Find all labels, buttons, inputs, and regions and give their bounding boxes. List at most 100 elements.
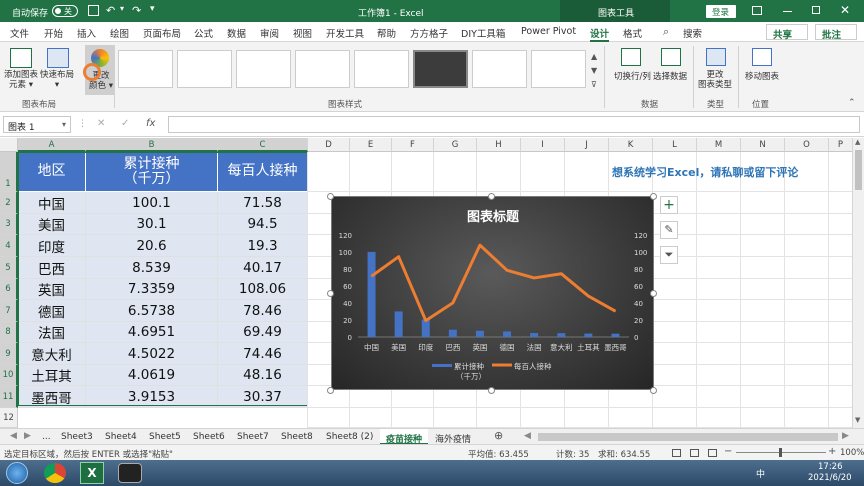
row-header[interactable]: 9 <box>0 343 18 365</box>
row-header[interactable]: 1 <box>0 152 18 192</box>
sheet-tab-more[interactable]: ... <box>42 432 51 442</box>
sheet-tab[interactable]: Sheet8 <box>281 432 313 442</box>
horizontal-scrollbar[interactable] <box>538 433 838 441</box>
chart-styles-brush-icon[interactable]: ✎ <box>660 221 678 239</box>
chart-style-3[interactable] <box>236 50 291 88</box>
table-header-cell[interactable]: 地区 <box>18 152 86 192</box>
row-header[interactable]: 12 <box>0 408 18 428</box>
chart-style-1[interactable] <box>118 50 173 88</box>
table-cell[interactable]: 30.37 <box>218 386 308 408</box>
row-header[interactable]: 10 <box>0 365 18 386</box>
table-cell[interactable]: 4.5022 <box>86 343 218 365</box>
table-header-cell[interactable]: 每百人接种 <box>218 152 308 192</box>
column-header[interactable]: J <box>565 138 609 152</box>
table-cell[interactable]: 78.46 <box>218 300 308 322</box>
zoom-in-icon[interactable]: + <box>828 446 836 457</box>
column-header[interactable]: H <box>477 138 521 152</box>
recorder-icon[interactable] <box>118 463 142 483</box>
column-header[interactable]: C <box>218 138 308 152</box>
next-sheet-icon[interactable]: ▶ <box>24 431 31 441</box>
column-header[interactable]: B <box>86 138 218 152</box>
tab-format[interactable]: 格式 <box>623 26 642 40</box>
normal-view-icon[interactable] <box>672 449 681 457</box>
hscroll-right-icon[interactable]: ▶ <box>842 431 849 441</box>
ribbon-display-icon[interactable] <box>752 6 762 15</box>
chart-style-4[interactable] <box>295 50 350 88</box>
table-cell[interactable]: 71.58 <box>218 192 308 214</box>
row-header[interactable]: 4 <box>0 235 18 257</box>
formula-input[interactable] <box>168 116 860 133</box>
select-all-corner[interactable] <box>0 138 18 152</box>
table-cell[interactable]: 108.06 <box>218 279 308 300</box>
tab-power-pivot[interactable]: Power Pivot <box>521 26 576 37</box>
add-sheet-icon[interactable]: ⊕ <box>494 429 503 442</box>
table-cell[interactable]: 100.1 <box>86 192 218 214</box>
tab-draw[interactable]: 绘图 <box>110 26 129 40</box>
change-colors-button[interactable]: 更改 颜色 ▾ <box>83 45 115 95</box>
sheet-tab[interactable]: Sheet4 <box>105 432 137 442</box>
table-cell[interactable]: 40.17 <box>218 257 308 279</box>
sheet-tab[interactable]: Sheet6 <box>193 432 225 442</box>
switch-row-column-button[interactable]: 切换行/列 <box>614 70 651 82</box>
resize-handle-tl[interactable] <box>327 193 334 200</box>
column-header[interactable]: E <box>350 138 392 152</box>
chart-style-6-selected[interactable] <box>413 50 468 88</box>
table-cell[interactable]: 8.539 <box>86 257 218 279</box>
sheet-tab[interactable]: Sheet8 (2) <box>326 432 373 442</box>
page-layout-view-icon[interactable] <box>690 449 699 457</box>
undo-icon[interactable]: ↶ <box>106 4 115 17</box>
tab-review[interactable]: 审阅 <box>260 26 279 40</box>
row-header[interactable]: 11 <box>0 386 18 408</box>
save-icon[interactable] <box>88 5 99 16</box>
column-header[interactable]: A <box>18 138 86 152</box>
resize-handle-b[interactable] <box>488 387 495 394</box>
change-chart-type-icon[interactable] <box>706 48 726 66</box>
table-cell[interactable]: 30.1 <box>86 214 218 235</box>
column-header[interactable]: N <box>741 138 785 152</box>
styles-scroll-down-icon[interactable]: ▼ <box>591 66 597 75</box>
table-cell[interactable]: 94.5 <box>218 214 308 235</box>
comments-button[interactable]: 批注 <box>815 24 857 41</box>
resize-handle-bl[interactable] <box>327 387 334 394</box>
column-header[interactable]: M <box>697 138 741 152</box>
sheet-tab[interactable]: Sheet7 <box>237 432 269 442</box>
switch-row-column-icon[interactable] <box>621 48 641 66</box>
restore-icon[interactable] <box>812 6 820 14</box>
table-cell[interactable]: 中国 <box>18 192 86 214</box>
tab-home[interactable]: 开始 <box>44 26 63 40</box>
table-cell[interactable]: 巴西 <box>18 257 86 279</box>
column-header[interactable]: O <box>785 138 829 152</box>
chart-elements-plus-icon[interactable]: + <box>660 196 678 214</box>
row-header[interactable]: 3 <box>0 214 18 235</box>
table-cell[interactable]: 墨西哥 <box>18 386 86 408</box>
resize-handle-br[interactable] <box>650 387 657 394</box>
table-cell[interactable]: 20.6 <box>86 235 218 257</box>
table-cell[interactable]: 6.5738 <box>86 300 218 322</box>
row-header[interactable]: 6 <box>0 279 18 300</box>
column-header[interactable]: K <box>609 138 653 152</box>
chart-area[interactable]: 图表标题 0 20 40 60 80 100 120 0 20 40 60 80 100 120 中国 美国 印度… <box>331 196 654 390</box>
table-cell[interactable]: 意大利 <box>18 343 86 365</box>
tab-page-layout[interactable]: 页面布局 <box>143 26 181 40</box>
change-chart-type-button[interactable]: 更改 图表类型 <box>698 70 732 90</box>
tab-insert[interactable]: 插入 <box>77 26 96 40</box>
table-cell[interactable]: 美国 <box>18 214 86 235</box>
page-break-view-icon[interactable] <box>708 449 717 457</box>
tab-formulas[interactable]: 公式 <box>194 26 213 40</box>
chart-style-8[interactable] <box>531 50 586 88</box>
name-box[interactable]: 图表 1 ▾ <box>3 116 71 133</box>
autosave-toggle[interactable]: 关 <box>52 5 78 17</box>
tab-data[interactable]: 数据 <box>227 26 246 40</box>
tab-ffgz[interactable]: 方方格子 <box>410 26 448 40</box>
tab-view[interactable]: 视图 <box>293 26 312 40</box>
close-icon[interactable]: ✕ <box>840 3 850 17</box>
move-chart-icon[interactable] <box>752 48 772 66</box>
insert-function-icon[interactable]: fx <box>146 118 155 129</box>
move-chart-button[interactable]: 移动图表 <box>745 70 779 82</box>
table-cell[interactable]: 印度 <box>18 235 86 257</box>
zoom-level[interactable]: 100% <box>840 448 864 458</box>
table-cell[interactable]: 4.0619 <box>86 365 218 386</box>
excel-taskbar-icon[interactable]: X <box>80 462 104 484</box>
column-header[interactable]: I <box>521 138 565 152</box>
resize-handle-tr[interactable] <box>650 193 657 200</box>
